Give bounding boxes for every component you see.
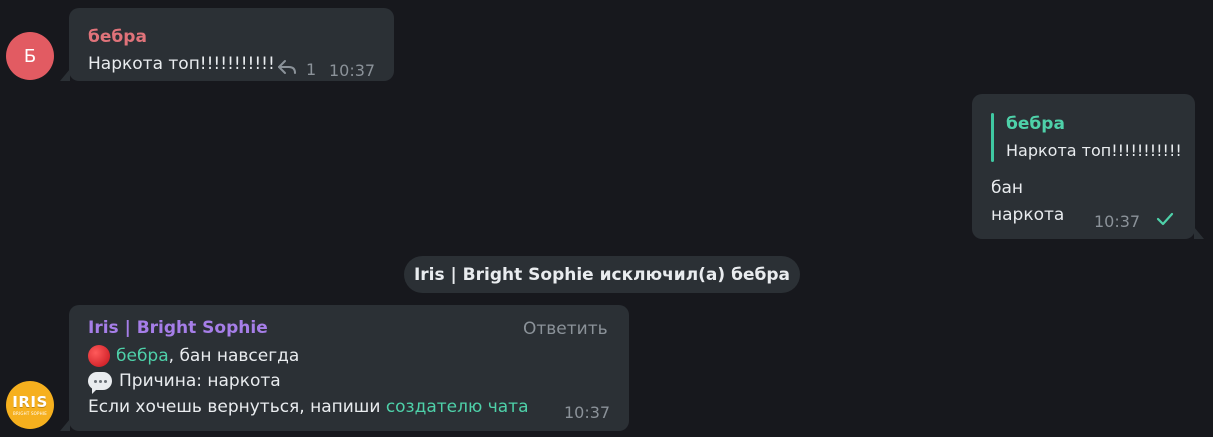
avatar-iris-bot[interactable]: IRIS BRIGHT SOPHIE	[6, 381, 54, 429]
reply-button[interactable]: Ответить	[523, 319, 608, 339]
reason-text: Причина: наркота	[119, 371, 281, 391]
outgoing-message[interactable]: бебра Наркота топ!!!!!!!!!!! бан наркота…	[972, 94, 1204, 239]
avatar-bebra[interactable]: Б	[6, 32, 54, 80]
message-text: Наркота топ!!!!!!!!!!!	[88, 54, 275, 74]
message-time: 10:37	[329, 61, 376, 80]
chat-creator-link[interactable]: создателю чата	[386, 397, 529, 417]
bot-message[interactable]: Iris | Bright Sophie Ответить бебра , ба…	[60, 305, 629, 431]
return-text: Если хочешь вернуться, напиши	[88, 397, 386, 417]
reply-count[interactable]: 1	[306, 60, 316, 79]
return-line: Если хочешь вернуться, напиши создателю …	[88, 397, 529, 417]
ban-line: бебра , бан навсегда	[88, 345, 299, 367]
service-message: Iris | Bright Sophie исключил(а) бебра	[404, 256, 800, 293]
message-line: бан	[991, 178, 1024, 198]
quote-bar	[991, 113, 994, 162]
incoming-message[interactable]: бебра Наркота топ!!!!!!!!!!! 1 10:37	[60, 8, 394, 81]
red-circle-icon	[88, 345, 110, 367]
service-text: Iris | Bright Sophie исключил(а) бебра	[413, 264, 791, 285]
message-sender[interactable]: Iris | Bright Sophie	[88, 318, 268, 338]
quote-text[interactable]: Наркота топ!!!!!!!!!!!	[1006, 141, 1182, 160]
checkmark-icon	[1155, 211, 1175, 232]
message-sender[interactable]: бебра	[88, 27, 147, 47]
ban-text: , бан навсегда	[168, 346, 300, 366]
speech-bubble-icon	[88, 372, 112, 394]
avatar-logo-text: IRIS	[12, 392, 48, 411]
reply-arrow-icon[interactable]	[277, 59, 297, 79]
message-time: 10:37	[564, 403, 611, 422]
message-line: наркота	[991, 205, 1065, 225]
quote-sender[interactable]: бебра	[1006, 114, 1065, 134]
avatar-logo-subtext: BRIGHT SOPHIE	[13, 410, 47, 416]
user-mention-link[interactable]: бебра	[116, 346, 169, 366]
message-time: 10:37	[1094, 212, 1141, 231]
avatar-initial: Б	[23, 45, 37, 67]
reason-line: Причина: наркота	[88, 371, 281, 394]
